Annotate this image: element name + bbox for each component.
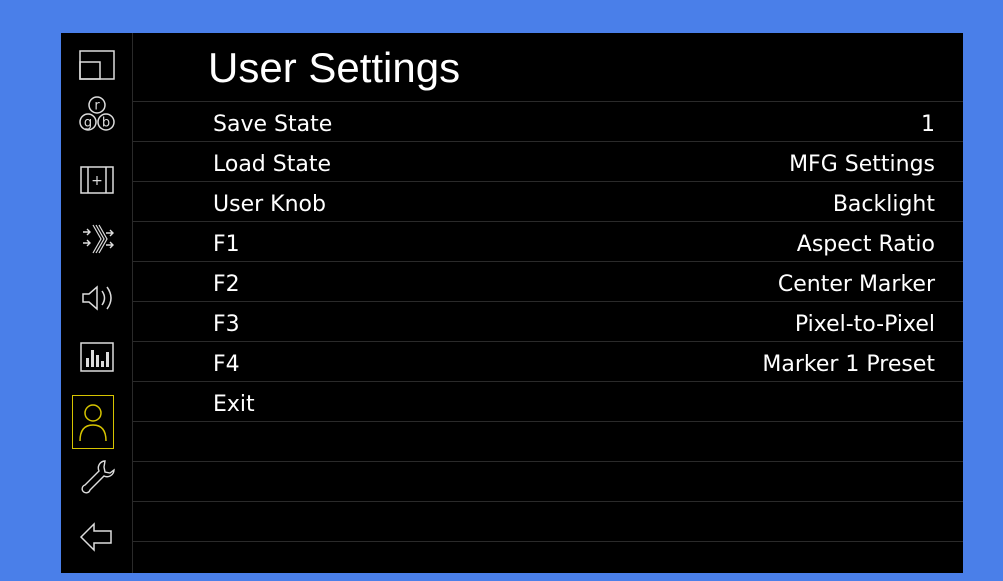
menu-row-empty [133,541,963,581]
menu-row-value: MFG Settings [789,152,935,177]
menu-row-label: F2 [213,272,240,297]
menu-row-empty [133,461,963,501]
page-title: User Settings [208,44,461,91]
sidebar-item-back[interactable] [72,517,122,557]
monitor-menu-panel: r g b + User Settings Save State 1 Load … [61,33,963,573]
marker-icon: + [80,166,114,194]
sidebar-item-setup[interactable] [72,457,122,497]
menu-row-value: 1 [921,112,935,137]
analysis-icon [80,342,114,372]
sidebar-item-user[interactable] [72,395,114,449]
sidebar: r g b + [61,33,133,573]
menu-row-label: Exit [213,392,255,417]
wrench-icon [81,460,115,494]
menu-row-load-state[interactable]: Load State MFG Settings [133,141,963,181]
menu-row-f1[interactable]: F1 Aspect Ratio [133,221,963,261]
svg-text:r: r [94,99,100,114]
menu-row-label: User Knob [213,192,326,217]
menu-row-f3[interactable]: F3 Pixel-to-Pixel [133,301,963,341]
menu-row-f4[interactable]: F4 Marker 1 Preset [133,341,963,381]
menu-row-save-state[interactable]: Save State 1 [133,101,963,141]
menu-row-user-knob[interactable]: User Knob Backlight [133,181,963,221]
menu-row-value: Center Marker [777,272,935,297]
menu-row-label: F4 [213,352,240,377]
menu-row-exit[interactable]: Exit [133,381,963,421]
sidebar-item-color[interactable]: r g b [72,93,122,139]
sidebar-item-markers[interactable]: + [72,160,122,200]
user-icon [79,404,107,442]
menu-row-value: Pixel-to-Pixel [794,312,935,337]
sidebar-item-input[interactable] [72,219,122,259]
menu-row-f2[interactable]: F2 Center Marker [133,261,963,301]
input-icon [83,224,114,254]
menu-row-value: Backlight [832,192,935,217]
sidebar-item-audio[interactable] [72,278,122,318]
audio-icon [82,285,112,311]
menu-row-empty [133,501,963,541]
menu-row-label: Save State [213,112,333,137]
menu-row-value: Marker 1 Preset [762,352,935,377]
menu-row-label: F3 [213,312,240,337]
sidebar-item-display[interactable] [72,45,122,85]
svg-text:g: g [84,116,92,131]
svg-text:+: + [91,173,103,189]
menu-row-value: Aspect Ratio [796,232,935,257]
svg-text:b: b [102,116,110,131]
menu-row-empty [133,421,963,461]
rgb-icon: r g b [79,96,115,131]
display-icon [79,50,115,80]
settings-menu: User Settings Save State 1 Load State MF… [133,33,963,573]
menu-row-label: F1 [213,232,240,257]
menu-row-label: Load State [213,152,332,177]
sidebar-item-analysis[interactable] [72,337,122,377]
back-arrow-icon [79,522,112,552]
